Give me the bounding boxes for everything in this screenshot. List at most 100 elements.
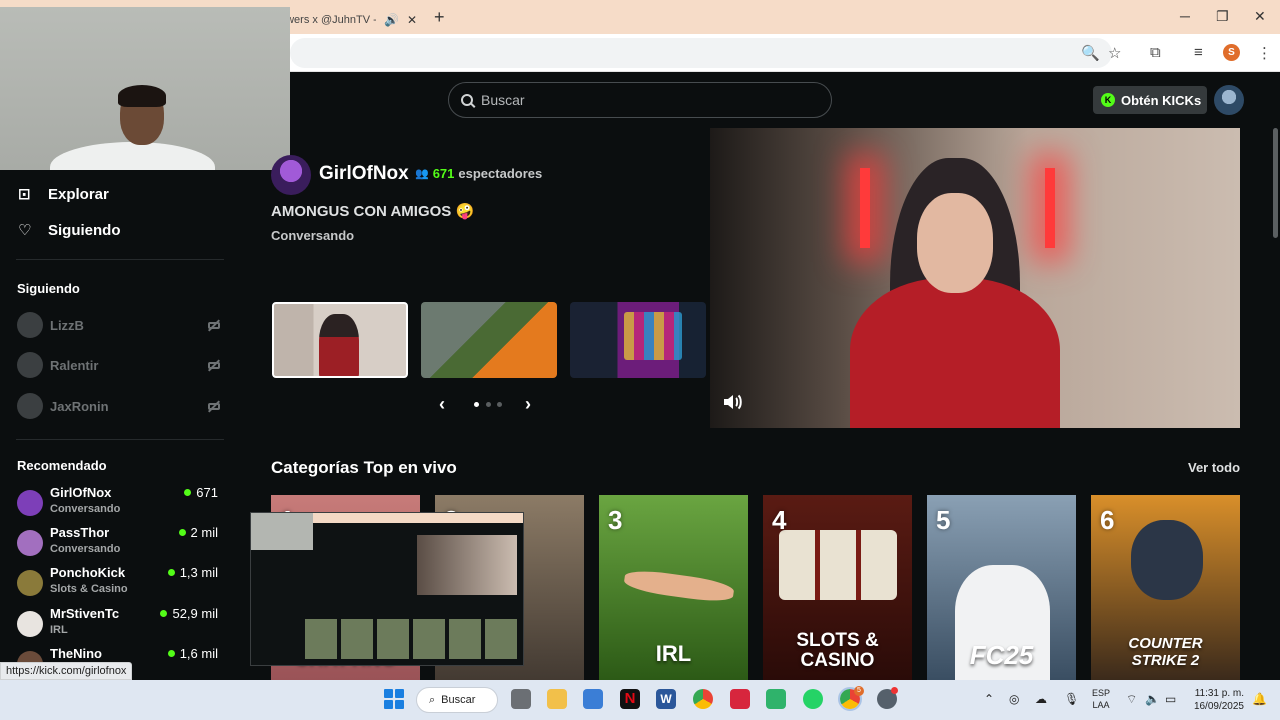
clock[interactable]: 11:31 p. m. 16/09/2025 (1190, 687, 1244, 713)
category-card[interactable]: 3 IRL (599, 495, 748, 680)
following-heading: Siguiendo (17, 281, 80, 296)
taskbar-search[interactable]: ⌕ Buscar (416, 687, 498, 713)
bookmark-star-icon[interactable]: ☆ (1108, 44, 1121, 62)
carousel-dot[interactable] (474, 402, 479, 407)
avatar (17, 352, 43, 378)
whatsapp-icon[interactable] (803, 689, 823, 709)
offline-icon (208, 320, 220, 330)
following-item[interactable]: Ralentir (17, 352, 220, 378)
word-icon[interactable]: W (656, 689, 676, 709)
carousel-thumbnail[interactable] (421, 302, 557, 378)
browser-tab[interactable]: owers x @JuhnTV - | 🔊 ✕ (280, 6, 430, 34)
recommended-category: Conversando (50, 543, 121, 555)
address-bar[interactable] (290, 38, 1112, 68)
media-control-icon[interactable]: ≡ (1194, 44, 1203, 61)
app-icon[interactable] (766, 689, 786, 709)
category-card[interactable]: 4 SLOTS & CASINO (763, 495, 912, 680)
carousel-next-button[interactable]: › (525, 394, 531, 415)
user-avatar[interactable] (1214, 85, 1244, 115)
netflix-icon[interactable]: N (620, 689, 640, 709)
category-card[interactable]: 5 FC25 (927, 495, 1076, 680)
nav-following-label: Siguiendo (48, 221, 121, 239)
scrollbar-thumb[interactable] (1273, 128, 1278, 238)
recommended-item[interactable]: MrStivenTc IRL 52,9 mil (17, 606, 220, 644)
store-icon[interactable] (583, 689, 603, 709)
offline-icon (208, 360, 220, 370)
featured-stream-title: AMONGUS CON AMIGOS 🤪 (271, 203, 475, 220)
link-status-bar: https://kick.com/girlofnox (0, 662, 133, 680)
chrome-icon[interactable] (693, 689, 713, 709)
carousel-prev-button[interactable]: ‹ (439, 394, 445, 415)
carousel-dot[interactable] (497, 402, 502, 407)
recommended-category: IRL (50, 624, 68, 636)
notification-bell-icon[interactable]: 🔔 (1252, 692, 1267, 706)
kicks-icon: K (1101, 93, 1115, 107)
maximize-button[interactable]: ❐ (1216, 8, 1229, 25)
recommended-item[interactable]: PassThor Conversando 2 mil (17, 525, 220, 563)
live-dot-icon (184, 489, 192, 496)
wifi-icon[interactable]: ⌔ (1126, 692, 1137, 707)
avatar (17, 312, 43, 338)
recommended-item[interactable]: GirlOfNox Conversando 671 (17, 485, 220, 523)
recommended-name: MrStivenTc (50, 606, 120, 621)
nav-following[interactable]: ♡ Siguiendo (18, 221, 121, 240)
menu-kebab-icon[interactable]: ⋮ (1257, 44, 1272, 62)
viewer-count: 1,6 mil (167, 646, 218, 661)
sidebar-divider (16, 259, 224, 260)
recommended-heading: Recomendado (17, 458, 107, 473)
plus-icon[interactable]: + (434, 7, 445, 28)
get-kicks-button[interactable]: K Obtén KICKs (1093, 86, 1207, 114)
see-all-link[interactable]: Ver todo (1188, 460, 1240, 475)
featured-category[interactable]: Conversando (271, 228, 354, 243)
following-item[interactable]: LizzB (17, 312, 220, 338)
live-dot-icon (167, 569, 175, 576)
extensions-icon[interactable]: ⧉ (1150, 44, 1161, 61)
avatar (17, 490, 43, 516)
category-card[interactable]: 6 COUNTER STRIKE 2 (1091, 495, 1240, 680)
file-explorer-icon[interactable] (547, 689, 567, 709)
profile-avatar[interactable]: S (1223, 44, 1240, 61)
volume-icon[interactable] (721, 391, 743, 413)
nav-explore[interactable]: ⊡ Explorar (18, 185, 109, 204)
minimize-button[interactable]: ─ (1180, 8, 1190, 24)
following-name: Ralentir (50, 357, 99, 373)
zoom-icon[interactable]: 🔍 (1081, 44, 1100, 62)
featured-avatar[interactable] (271, 155, 311, 195)
viewer-count: 2 mil (178, 525, 218, 540)
speaker-icon[interactable]: 🔊 (384, 13, 399, 27)
microphone-icon[interactable]: 🎙 (1064, 692, 1079, 706)
category-label: IRL (655, 641, 692, 666)
recommended-category: Slots & Casino (50, 583, 128, 595)
window-close-button[interactable]: ✕ (1254, 8, 1266, 25)
viewer-count: 52,9 mil (160, 606, 218, 621)
carousel-thumbnail[interactable] (570, 302, 706, 378)
recommended-name: PonchoKick (50, 565, 126, 580)
heart-icon: ♡ (18, 222, 32, 239)
language-indicator[interactable]: ESP LAA (1092, 687, 1110, 711)
search-placeholder: Buscar (481, 92, 525, 108)
following-name: JaxRonin (50, 398, 109, 414)
battery-icon[interactable]: ▭ (1165, 692, 1176, 706)
cloud-icon[interactable]: ☁ (1035, 692, 1047, 706)
close-icon[interactable]: ✕ (407, 13, 417, 27)
explore-icon: ⊡ (18, 186, 31, 203)
recommended-item[interactable]: PonchoKick Slots & Casino 1,3 mil (17, 565, 220, 603)
category-rank: 3 (608, 505, 623, 535)
avatar (17, 611, 43, 637)
carousel-thumbnail[interactable] (272, 302, 408, 378)
volume-tray-icon[interactable]: 🔈 (1145, 692, 1160, 706)
search-input[interactable]: Buscar (448, 82, 832, 118)
featured-video-player[interactable] (710, 128, 1240, 428)
offline-icon (208, 401, 220, 411)
live-dot-icon (167, 650, 175, 657)
app-icon[interactable] (730, 689, 750, 709)
following-item[interactable]: JaxRonin (17, 393, 220, 419)
chevron-up-icon[interactable]: ⌃ (984, 692, 994, 706)
app-tray-icon[interactable]: ◎ (1009, 692, 1019, 706)
carousel-dot[interactable] (486, 402, 491, 407)
windows-start-icon[interactable] (384, 689, 404, 709)
badge-count: 5 (854, 686, 864, 696)
live-dot-icon (160, 610, 168, 617)
task-view-icon[interactable] (511, 689, 531, 709)
featured-streamer-name[interactable]: GirlOfNox (319, 163, 409, 185)
